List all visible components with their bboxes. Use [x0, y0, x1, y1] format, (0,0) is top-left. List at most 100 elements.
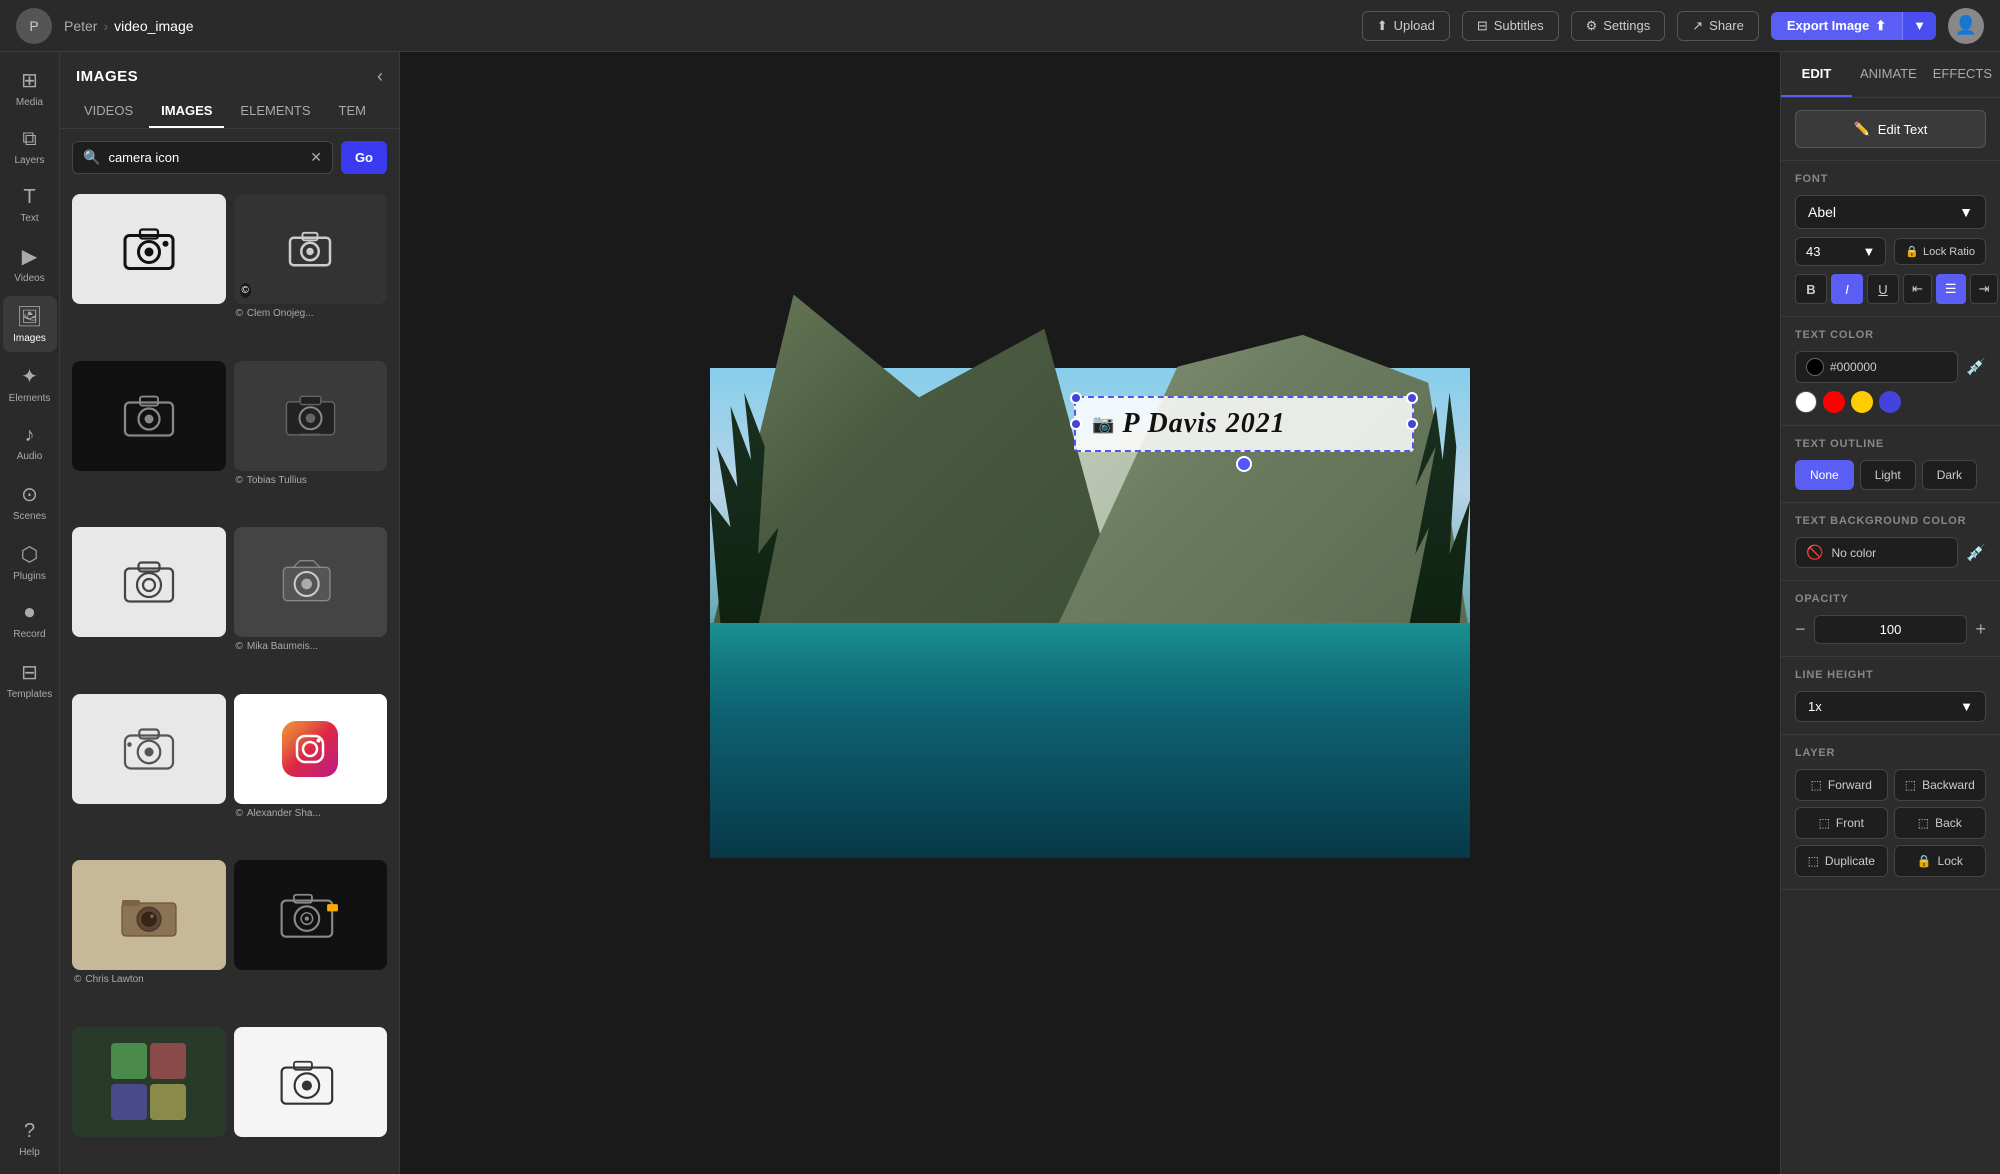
camera-photo-icon — [119, 890, 179, 940]
backward-button[interactable]: ⬚ Backward — [1894, 769, 1987, 801]
sidebar-label-layers: Layers — [14, 155, 44, 166]
attrib-label: Alexander Sha... — [247, 808, 321, 819]
preset-blue[interactable] — [1879, 391, 1901, 413]
preset-yellow[interactable] — [1851, 391, 1873, 413]
opacity-increase-button[interactable]: + — [1975, 619, 1986, 640]
font-size-selector[interactable]: 43 ▼ — [1795, 237, 1886, 266]
tab-animate[interactable]: ANIMATE — [1852, 52, 1925, 97]
share-icon: ↗ — [1692, 18, 1703, 34]
list-item[interactable] — [234, 860, 388, 1019]
camera-icon-12 — [278, 1052, 343, 1112]
align-center-button[interactable]: ☰ — [1936, 274, 1966, 304]
sidebar-item-scenes[interactable]: ⊙ Scenes — [3, 474, 57, 530]
preset-white[interactable] — [1795, 391, 1817, 413]
tab-elements[interactable]: ELEMENTS — [228, 95, 322, 128]
sidebar-item-text[interactable]: T Text — [3, 178, 57, 232]
tab-images[interactable]: IMAGES — [149, 95, 224, 128]
sidebar-label-videos: Videos — [14, 273, 44, 284]
text-overlay[interactable]: 📷 P Davis 2021 — [1074, 396, 1414, 452]
list-item[interactable] — [72, 1027, 226, 1167]
handle-rotate[interactable] — [1236, 456, 1252, 472]
sidebar-item-videos[interactable]: ▶ Videos — [3, 236, 57, 292]
opacity-row: − 100 + — [1795, 615, 1986, 644]
attrib-label: Tobias Tullius — [247, 475, 307, 486]
preset-red[interactable] — [1823, 391, 1845, 413]
front-button[interactable]: ⬚ Front — [1795, 807, 1888, 839]
breadcrumb-project[interactable]: video_image — [114, 18, 193, 34]
underline-button[interactable]: U — [1867, 274, 1899, 304]
text-color-label: TEXT COLOR — [1795, 329, 1986, 341]
list-item[interactable] — [72, 527, 226, 686]
search-go-button[interactable]: Go — [341, 141, 387, 174]
sidebar-label-scenes: Scenes — [13, 511, 46, 522]
lock-button[interactable]: 🔒 Lock — [1894, 845, 1987, 877]
handle-mid-left[interactable] — [1070, 418, 1082, 430]
sidebar-item-elements[interactable]: ✦ Elements — [3, 356, 57, 412]
sidebar-item-layers[interactable]: ⧉ Layers — [3, 120, 57, 174]
search-clear-button[interactable]: ✕ — [310, 149, 322, 166]
breadcrumb-user[interactable]: Peter — [64, 18, 97, 34]
sidebar-item-help[interactable]: ? Help — [3, 1112, 57, 1166]
sidebar-item-audio[interactable]: ♪ Audio — [3, 416, 57, 470]
list-item[interactable]: © Alexander Sha... — [234, 694, 388, 853]
align-left-button[interactable]: ⇤ — [1903, 274, 1932, 304]
tab-effects[interactable]: EFFECTS — [1925, 52, 2000, 97]
bold-button[interactable]: B — [1795, 274, 1827, 304]
sidebar-item-plugins[interactable]: ⬡ Plugins — [3, 534, 57, 590]
duplicate-button[interactable]: ⬚ Duplicate — [1795, 845, 1888, 877]
list-item[interactable]: © Mika Baumeis... — [234, 527, 388, 686]
edit-text-button[interactable]: ✏️ Edit Text — [1795, 110, 1986, 148]
sidebar-item-templates[interactable]: ⊟ Templates — [3, 652, 57, 708]
list-item[interactable] — [72, 694, 226, 853]
opacity-label: OPACITY — [1795, 593, 1986, 605]
export-caret-button[interactable]: ▼ — [1902, 12, 1936, 40]
share-button[interactable]: ↗ Share — [1677, 11, 1759, 41]
italic-button[interactable]: I — [1831, 274, 1863, 304]
no-color-button[interactable]: 🚫 No color — [1795, 537, 1958, 568]
list-item[interactable] — [72, 361, 226, 520]
search-input[interactable] — [108, 142, 302, 173]
eyedropper-button[interactable]: 💉 — [1966, 357, 1986, 377]
forward-icon: ⬚ — [1811, 778, 1822, 792]
back-button[interactable]: ⬚ Back — [1894, 807, 1987, 839]
font-size-row: 43 ▼ 🔒 Lock Ratio — [1795, 237, 1986, 266]
search-input-wrap: 🔍 ✕ — [72, 141, 333, 174]
settings-button[interactable]: ⚙ Settings — [1571, 11, 1666, 41]
color-swatch-button[interactable]: #000000 — [1795, 351, 1958, 383]
list-item[interactable] — [234, 1027, 388, 1167]
bg-eyedropper-button[interactable]: 💉 — [1966, 543, 1986, 563]
upload-button[interactable]: ⬆ Upload — [1362, 11, 1450, 41]
handle-top-left[interactable] — [1070, 392, 1082, 404]
list-item[interactable]: © Chris Lawton — [72, 860, 226, 1019]
handle-top-right[interactable] — [1406, 392, 1418, 404]
list-item[interactable] — [72, 194, 226, 353]
templates-icon: ⊟ — [21, 660, 38, 685]
outline-light-button[interactable]: Light — [1860, 460, 1916, 490]
list-item[interactable]: © © Clem Onojeg... — [234, 194, 388, 353]
font-size-value: 43 — [1806, 244, 1820, 259]
text-camera-icon: 📷 — [1092, 414, 1114, 435]
outline-none-button[interactable]: None — [1795, 460, 1854, 490]
panel-close-button[interactable]: ‹ — [377, 66, 383, 87]
sidebar-item-record[interactable]: ⏺ Record — [3, 594, 57, 648]
list-item[interactable]: SECURITY © Tobias Tullius — [234, 361, 388, 520]
lock-ratio-button[interactable]: 🔒 Lock Ratio — [1894, 238, 1986, 265]
subtitles-button[interactable]: ⊟ Subtitles — [1462, 11, 1559, 41]
sidebar-item-media[interactable]: ⊞ Media — [3, 60, 57, 116]
camera-icon-10 — [278, 885, 343, 945]
canvas-image: 📷 P Davis 2021 — [710, 368, 1470, 858]
tab-edit[interactable]: EDIT — [1781, 52, 1852, 97]
line-height-selector[interactable]: 1x ▼ — [1795, 691, 1986, 722]
align-right-button[interactable]: ⇥ — [1970, 274, 1999, 304]
outline-dark-button[interactable]: Dark — [1922, 460, 1977, 490]
image-attribution: © Tobias Tullius — [234, 471, 388, 490]
tab-templates[interactable]: TEM — [327, 95, 378, 128]
export-main-button[interactable]: Export Image ⬆ — [1771, 12, 1902, 40]
sidebar-item-images[interactable]: 🖼 Images — [3, 296, 57, 352]
tab-videos[interactable]: VIDEOS — [72, 95, 145, 128]
opacity-decrease-button[interactable]: − — [1795, 619, 1806, 640]
handle-mid-right[interactable] — [1406, 418, 1418, 430]
user-avatar[interactable]: 👤 — [1948, 8, 1984, 44]
forward-button[interactable]: ⬚ Forward — [1795, 769, 1888, 801]
font-selector[interactable]: Abel ▼ — [1795, 195, 1986, 229]
